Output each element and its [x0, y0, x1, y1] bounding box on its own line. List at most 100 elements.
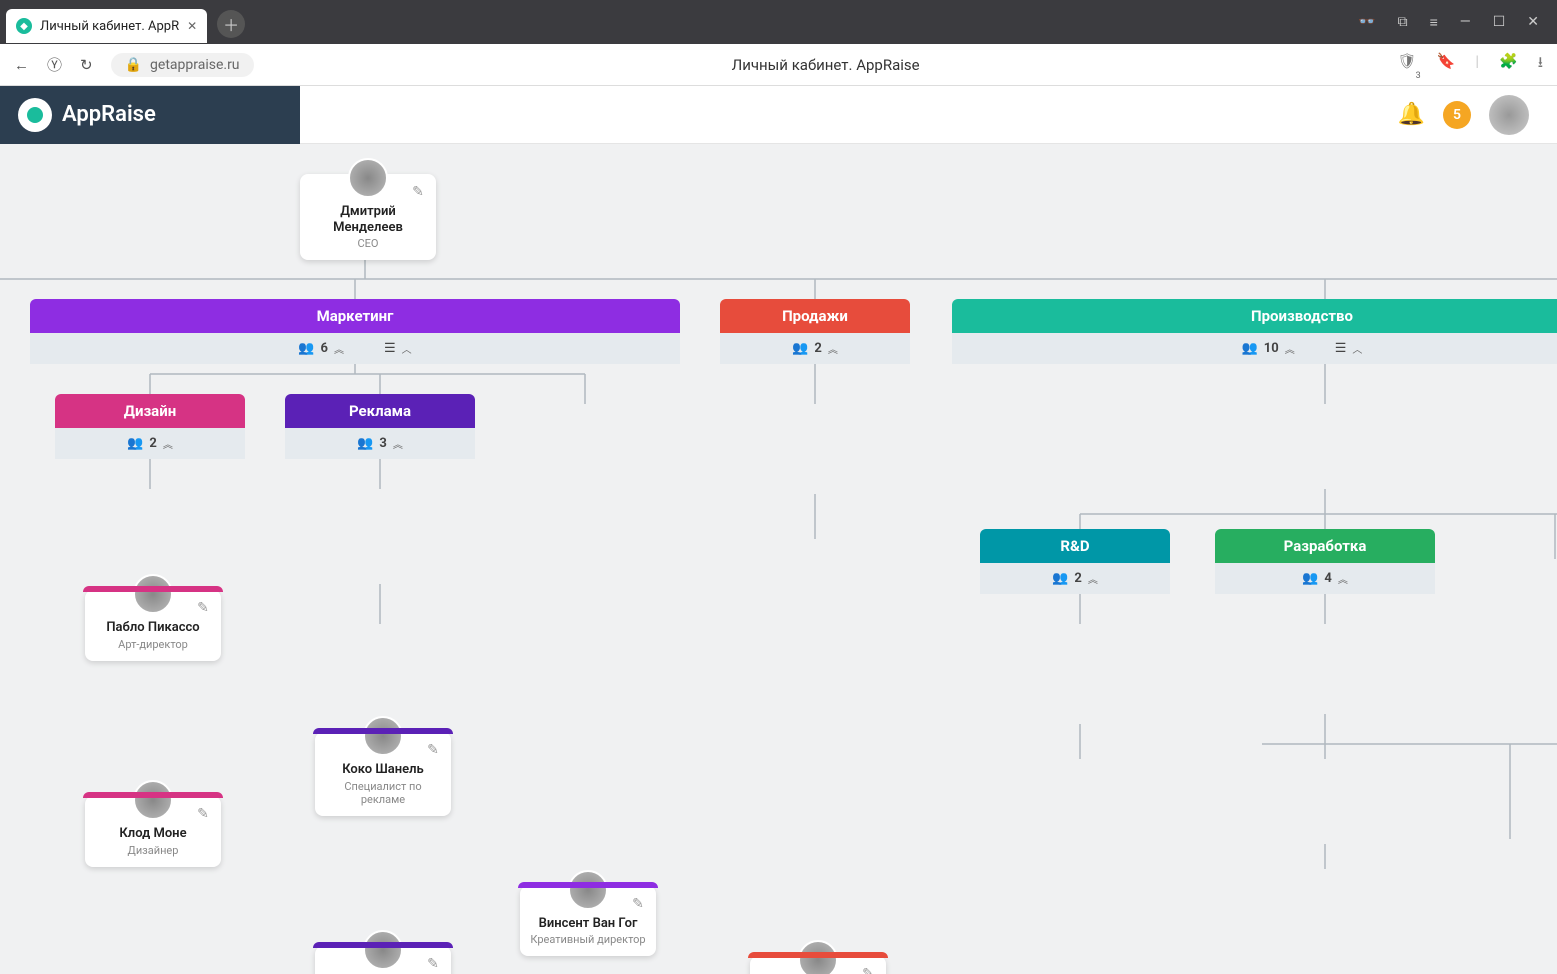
dept-people-count[interactable]: 👥2︽ [127, 436, 173, 451]
avatar [568, 870, 608, 910]
favicon: ◆ [16, 18, 32, 34]
edit-icon[interactable]: ✎ [421, 952, 445, 974]
person-role: CEO [306, 237, 430, 250]
avatar [363, 930, 403, 970]
people-icon: 👥 [357, 436, 373, 451]
chevron-up-icon: ︽ [1088, 571, 1098, 586]
chevron-up-icon: ︿ [1352, 341, 1362, 356]
user-avatar[interactable] [1489, 95, 1529, 135]
bell-icon[interactable]: 🔔 [1398, 102, 1425, 127]
edit-icon[interactable]: ✎ [626, 892, 650, 916]
notification-count[interactable]: 5 [1443, 101, 1471, 129]
dept-production: Производство 👥10︽ ☰︿ [952, 299, 1557, 364]
avatar [348, 158, 388, 198]
people-icon: 👥 [127, 436, 143, 451]
browser-tab[interactable]: ◆ Личный кабинет. AppR ✕ [6, 9, 207, 43]
person-card[interactable]: ✎ Эрнест Хемингуэй Контент-менеджер [315, 946, 451, 974]
page-title: Личный кабинет. AppRaise [272, 56, 1380, 74]
dept-rd: R&D 👥2︽ [980, 529, 1170, 594]
dept-header[interactable]: R&D [980, 529, 1170, 563]
person-name: Клод Моне [91, 826, 215, 842]
dept-people-count[interactable]: 👥6︽ [298, 341, 344, 356]
menu-icon[interactable]: ≡ [1430, 14, 1438, 31]
people-icon: 👥 [1052, 571, 1068, 586]
people-icon: 👥 [1302, 571, 1318, 586]
person-role: Специалист по рекламе [321, 780, 445, 806]
dept-people-count[interactable]: 👥10︽ [1242, 341, 1295, 356]
edit-icon[interactable]: ✎ [191, 802, 215, 826]
structure-icon: ☰ [1335, 341, 1347, 356]
person-name: Коко Шанель [321, 762, 445, 778]
person-card[interactable]: ✎ Джон Рокфеллер Руководитель отдела про… [750, 956, 886, 974]
url-text: getappraise.ru [150, 57, 240, 73]
chevron-up-icon: ︽ [1285, 341, 1295, 356]
shield-icon[interactable]: 🛡3 [1398, 52, 1417, 77]
person-name: Винсент Ван Гог [526, 916, 650, 932]
people-icon: 👥 [792, 341, 808, 356]
person-role: Арт-директор [91, 638, 215, 651]
dept-people-count[interactable]: 👥3︽ [357, 436, 403, 451]
person-name: Пабло Пикассо [91, 620, 215, 636]
tabs-icon[interactable]: ⧉ [1398, 14, 1408, 31]
org-chart-canvas[interactable]: ✎ Дмитрий Менделеев CEO Маркетинг 👥6︽ ☰︿… [0, 144, 1557, 974]
person-card[interactable]: ✎ Винсент Ван Гог Креативный директор [520, 886, 656, 957]
edit-icon[interactable]: ✎ [421, 738, 445, 762]
chevron-up-icon: ︿ [402, 341, 412, 356]
edit-icon[interactable]: ✎ [856, 962, 880, 974]
edit-icon[interactable]: ✎ [406, 180, 430, 204]
chevron-up-icon: ︽ [1338, 571, 1348, 586]
avatar [133, 780, 173, 820]
browser-titlebar: ◆ Личный кабинет. AppR ✕ ＋ 👓 ⧉ ≡ — ☐ ✕ [0, 0, 1557, 44]
logo-icon [18, 98, 52, 132]
dept-header[interactable]: Маркетинг [30, 299, 680, 333]
bookmark-icon[interactable]: 🔖 [1437, 52, 1456, 77]
person-card-ceo[interactable]: ✎ Дмитрий Менделеев CEO [300, 174, 436, 260]
chevron-up-icon: ︽ [163, 436, 173, 451]
reader-icon[interactable]: 👓 [1358, 14, 1375, 31]
tab-close-icon[interactable]: ✕ [187, 19, 197, 33]
dept-header[interactable]: Продажи [720, 299, 910, 333]
new-tab-button[interactable]: ＋ [217, 10, 245, 38]
avatar [363, 716, 403, 756]
person-card[interactable]: ✎ Коко Шанель Специалист по рекламе [315, 732, 451, 816]
edit-icon[interactable]: ✎ [191, 596, 215, 620]
dept-advertising: Реклама 👥3︽ [285, 394, 475, 459]
people-icon: 👥 [298, 341, 314, 356]
chevron-up-icon: ︽ [334, 341, 344, 356]
extension-icon[interactable]: 🧩 [1499, 52, 1518, 77]
dept-dev: Разработка 👥4︽ [1215, 529, 1435, 594]
browser-toolbar: ← Ⓨ ↻ 🔒 getappraise.ru Личный кабинет. A… [0, 44, 1557, 86]
maximize-icon[interactable]: ☐ [1493, 14, 1506, 31]
chevron-up-icon: ︽ [393, 436, 403, 451]
chevron-up-icon: ︽ [828, 341, 838, 356]
dept-header[interactable]: Разработка [1215, 529, 1435, 563]
person-card[interactable]: ✎ Пабло Пикассо Арт-директор [85, 590, 221, 661]
structure-icon: ☰ [384, 341, 396, 356]
search-engine-icon[interactable]: Ⓨ [47, 54, 62, 75]
people-icon: 👥 [1242, 341, 1258, 356]
dept-marketing: Маркетинг 👥6︽ ☰︿ [30, 299, 680, 364]
download-icon[interactable]: ⭳ [1538, 52, 1543, 77]
dept-header[interactable]: Производство [952, 299, 1557, 333]
minimize-icon[interactable]: — [1460, 14, 1471, 31]
dept-people-count[interactable]: 👥4︽ [1302, 571, 1348, 586]
person-role: Креативный директор [526, 933, 650, 946]
dept-structure-toggle[interactable]: ☰︿ [1335, 341, 1363, 356]
avatar [133, 574, 173, 614]
lock-icon: 🔒 [125, 57, 142, 73]
app-logo[interactable]: AppRaise [0, 86, 300, 144]
address-bar[interactable]: 🔒 getappraise.ru [111, 53, 254, 77]
dept-people-count[interactable]: 👥2︽ [792, 341, 838, 356]
dept-structure-toggle[interactable]: ☰︿ [384, 341, 412, 356]
person-card[interactable]: ✎ Клод Моне Дизайнер [85, 796, 221, 867]
dept-sales: Продажи 👥2︽ [720, 299, 910, 364]
dept-header[interactable]: Реклама [285, 394, 475, 428]
reload-icon[interactable]: ↻ [80, 56, 93, 74]
tab-title: Личный кабинет. AppR [40, 19, 179, 34]
dept-people-count[interactable]: 👥2︽ [1052, 571, 1098, 586]
person-role: Дизайнер [91, 844, 215, 857]
close-window-icon[interactable]: ✕ [1527, 14, 1539, 31]
back-icon[interactable]: ← [14, 56, 29, 74]
dept-design: Дизайн 👥2︽ [55, 394, 245, 459]
dept-header[interactable]: Дизайн [55, 394, 245, 428]
